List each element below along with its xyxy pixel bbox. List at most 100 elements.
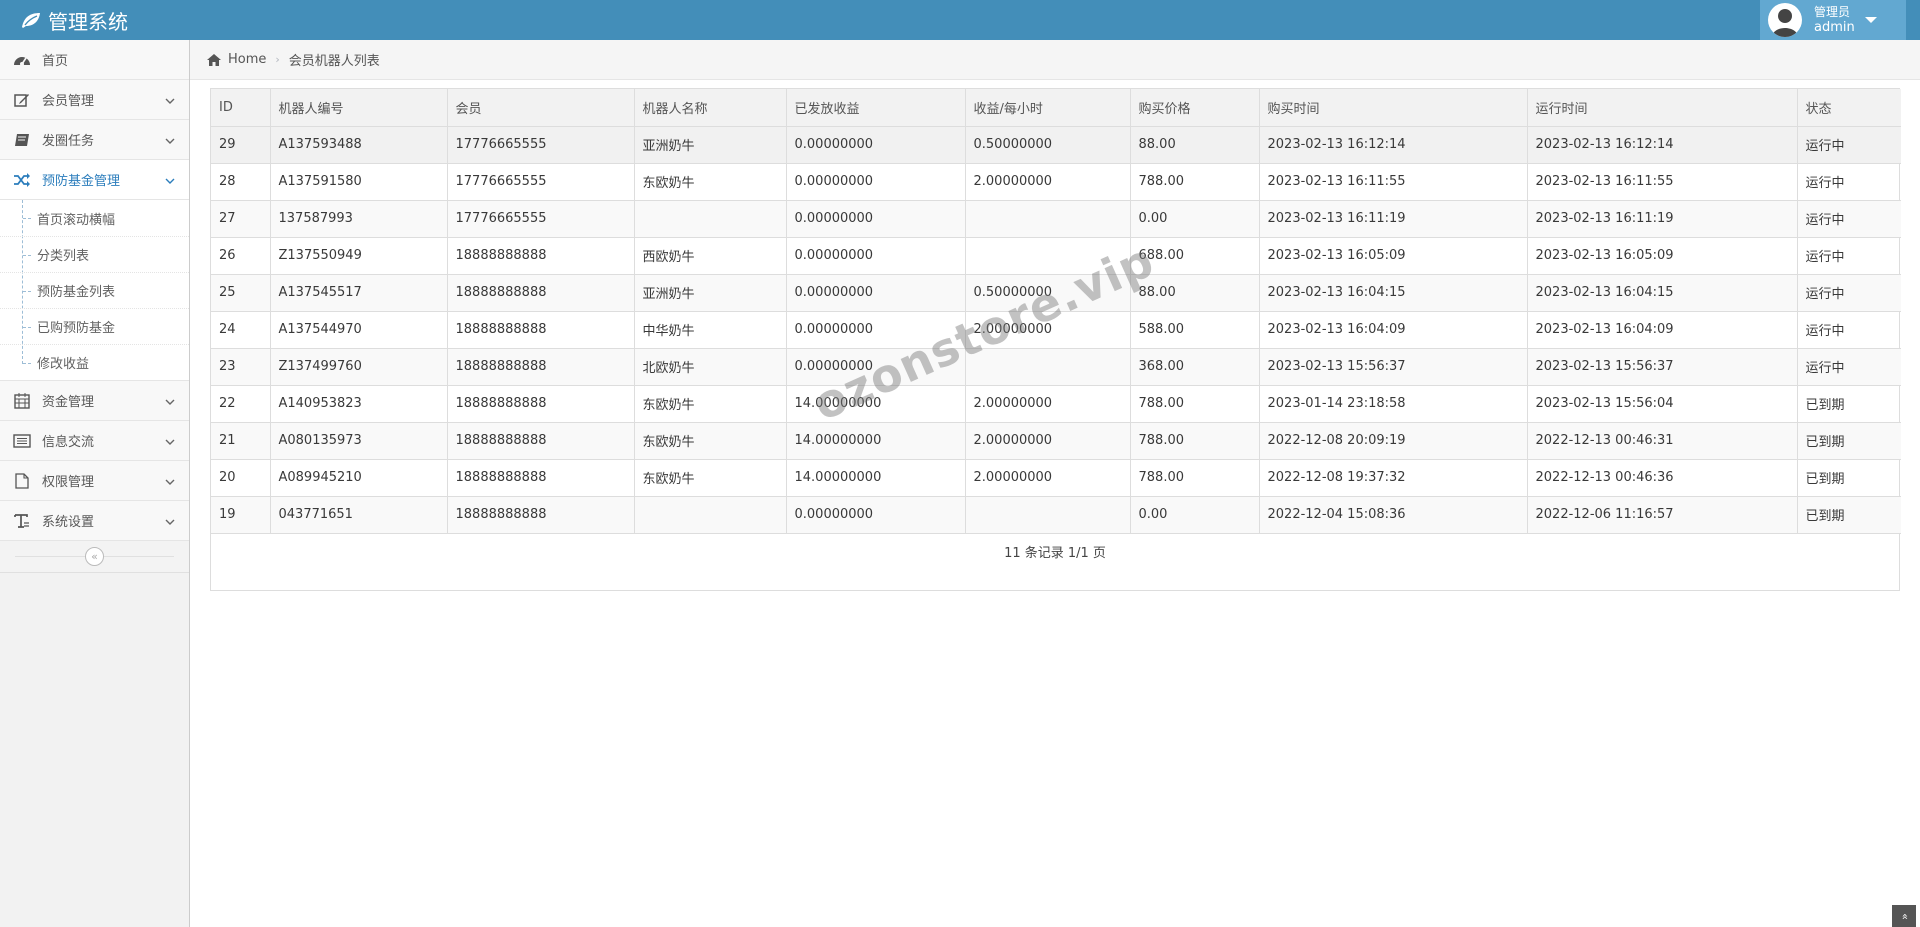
table-cell: Z137499760: [270, 348, 448, 386]
column-header: 购买时间: [1259, 89, 1528, 127]
table-cell: 已到期: [1797, 459, 1901, 497]
table-cell: 28: [211, 163, 271, 201]
pagination-summary: 11 条记录 1/1 页: [1004, 546, 1106, 561]
column-header: ID: [211, 89, 271, 127]
robot-list-panel: ID 机器人编号 会员 机器人名称 已发放收益 收益/每小时 购买价格 购买时间…: [210, 88, 1901, 591]
table-row[interactable]: 21 A080135973 18888888888 东欧奶牛 14.00000000 2.…: [211, 422, 1901, 460]
sidebar-item-label: 信息交流: [42, 435, 95, 450]
table-cell: 东欧奶牛: [634, 422, 787, 460]
sidebar-item-label: 发圈任务: [42, 134, 95, 149]
calendar-icon: [12, 392, 32, 409]
user-icon: [1772, 9, 1798, 37]
table-cell: 2023-02-13 16:04:15: [1527, 274, 1798, 312]
table-cell: A080135973: [270, 422, 448, 460]
avatar: [1768, 3, 1802, 37]
breadcrumb-home-link[interactable]: Home: [228, 52, 266, 67]
chevron-down-icon: [165, 174, 175, 189]
table-cell: 2023-02-13 15:56:04: [1527, 385, 1798, 423]
table-cell: 运行中: [1797, 311, 1901, 349]
table-cell: 0.00000000: [786, 274, 966, 312]
breadcrumb: Home › 会员机器人列表: [190, 40, 1920, 80]
table-cell: 368.00: [1130, 348, 1260, 386]
table-row[interactable]: 23 Z137499760 18888888888 北欧奶牛 0.00000000 368…: [211, 348, 1901, 386]
submenu-item-fund-list[interactable]: 预防基金列表: [0, 272, 189, 308]
table-cell: 0.00000000: [786, 163, 966, 201]
submenu-item-purchased-funds[interactable]: 已购预防基金: [0, 308, 189, 344]
table-cell: 东欧奶牛: [634, 163, 787, 201]
table-cell: 0.00000000: [786, 126, 966, 164]
table-cell: 2023-01-14 23:18:58: [1259, 385, 1528, 423]
table-row[interactable]: 20 A089945210 18888888888 东欧奶牛 14.00000000 2.…: [211, 459, 1901, 497]
user-info: 管理员 admin: [1814, 5, 1855, 35]
table-cell: 17776665555: [447, 126, 635, 164]
table-cell: 14.00000000: [786, 422, 966, 460]
book-icon: [12, 133, 32, 147]
table-cell: 23: [211, 348, 271, 386]
table-cell: 已到期: [1797, 496, 1901, 534]
table-cell: 21: [211, 422, 271, 460]
sidebar-item-tasks[interactable]: 发圈任务: [0, 120, 189, 160]
user-name: admin: [1814, 20, 1855, 35]
table-cell: 0.00: [1130, 200, 1260, 238]
chevron-right-icon: ›: [275, 53, 280, 66]
table-row[interactable]: 28 A137591580 17776665555 东欧奶牛 0.00000000 2.0…: [211, 163, 1901, 201]
table-cell: 2023-02-13 16:04:09: [1259, 311, 1528, 349]
table-cell: 2023-02-13 16:04:09: [1527, 311, 1798, 349]
table-cell: 18888888888: [447, 348, 635, 386]
table-header-row: ID 机器人编号 会员 机器人名称 已发放收益 收益/每小时 购买价格 购买时间…: [211, 89, 1901, 127]
table-cell: 2023-02-13 15:56:37: [1527, 348, 1798, 386]
column-header: 购买价格: [1130, 89, 1260, 127]
shuffle-icon: [12, 172, 32, 187]
column-header: 运行时间: [1527, 89, 1798, 127]
submenu-item-categories[interactable]: 分类列表: [0, 236, 189, 272]
table-cell: 2023-02-13 16:11:55: [1259, 163, 1528, 201]
table-cell: 2023-02-13 16:11:55: [1527, 163, 1798, 201]
user-role: 管理员: [1814, 5, 1851, 19]
table-cell: 运行中: [1797, 237, 1901, 275]
sidebar-item-messages[interactable]: 信息交流: [0, 421, 189, 461]
sidebar-item-settings[interactable]: 系统设置: [0, 501, 189, 541]
home-icon: [206, 53, 222, 67]
table-cell: 0.50000000: [965, 126, 1131, 164]
list-icon: [12, 433, 32, 448]
chevron-down-icon: [165, 515, 175, 530]
sidebar-item-finance[interactable]: 资金管理: [0, 381, 189, 421]
brand[interactable]: 管理系统: [20, 0, 128, 40]
table-cell: 北欧奶牛: [634, 348, 787, 386]
table-row[interactable]: 22 A140953823 18888888888 东欧奶牛 14.00000000 2.…: [211, 385, 1901, 423]
submenu-item-edit-earnings[interactable]: 修改收益: [0, 344, 189, 380]
submenu-item-banner[interactable]: 首页滚动横幅: [0, 200, 189, 236]
table-cell: 19: [211, 496, 271, 534]
table-row[interactable]: 27 137587993 17776665555 0.00000000 0.00 2023…: [211, 200, 1901, 238]
table-cell: 17776665555: [447, 200, 635, 238]
user-menu[interactable]: 管理员 admin: [1760, 0, 1906, 40]
table-row[interactable]: 19 043771651 18888888888 0.00000000 0.00 2022…: [211, 496, 1901, 534]
sidebar-item-members[interactable]: 会员管理: [0, 80, 189, 120]
sidebar-item-permissions[interactable]: 权限管理: [0, 461, 189, 501]
navbar: 管理系统 管理员 admin: [0, 0, 1920, 40]
table-row[interactable]: 29 A137593488 17776665555 亚洲奶牛 0.00000000 0.5…: [211, 126, 1901, 164]
table-cell: 788.00: [1130, 459, 1260, 497]
column-header: 已发放收益: [786, 89, 966, 127]
collapse-sidebar-button[interactable]: «: [85, 547, 104, 566]
sidebar-item-home[interactable]: 首页: [0, 40, 189, 80]
table-cell: 137587993: [270, 200, 448, 238]
table-cell: 2.00000000: [965, 163, 1131, 201]
table-cell: 东欧奶牛: [634, 385, 787, 423]
table-cell: A140953823: [270, 385, 448, 423]
table-cell: 2022-12-13 00:46:36: [1527, 459, 1798, 497]
table-cell: 2022-12-04 15:08:36: [1259, 496, 1528, 534]
scroll-to-top-button[interactable]: »: [1892, 905, 1916, 927]
table-cell: 已到期: [1797, 385, 1901, 423]
sidebar-item-fund-management[interactable]: 预防基金管理: [0, 160, 189, 200]
column-header: 机器人名称: [634, 89, 787, 127]
table-cell: A137545517: [270, 274, 448, 312]
table-cell: 18888888888: [447, 459, 635, 497]
table-row[interactable]: 26 Z137550949 18888888888 西欧奶牛 0.00000000 688…: [211, 237, 1901, 275]
fund-submenu: 首页滚动横幅 分类列表 预防基金列表 已购预防基金 修改收益: [0, 200, 189, 381]
table-cell: A137544970: [270, 311, 448, 349]
table-cell: 2023-02-13 16:12:14: [1259, 126, 1528, 164]
table-cell: 27: [211, 200, 271, 238]
leaf-icon: [20, 11, 42, 29]
table-cell: 中华奶牛: [634, 311, 787, 349]
